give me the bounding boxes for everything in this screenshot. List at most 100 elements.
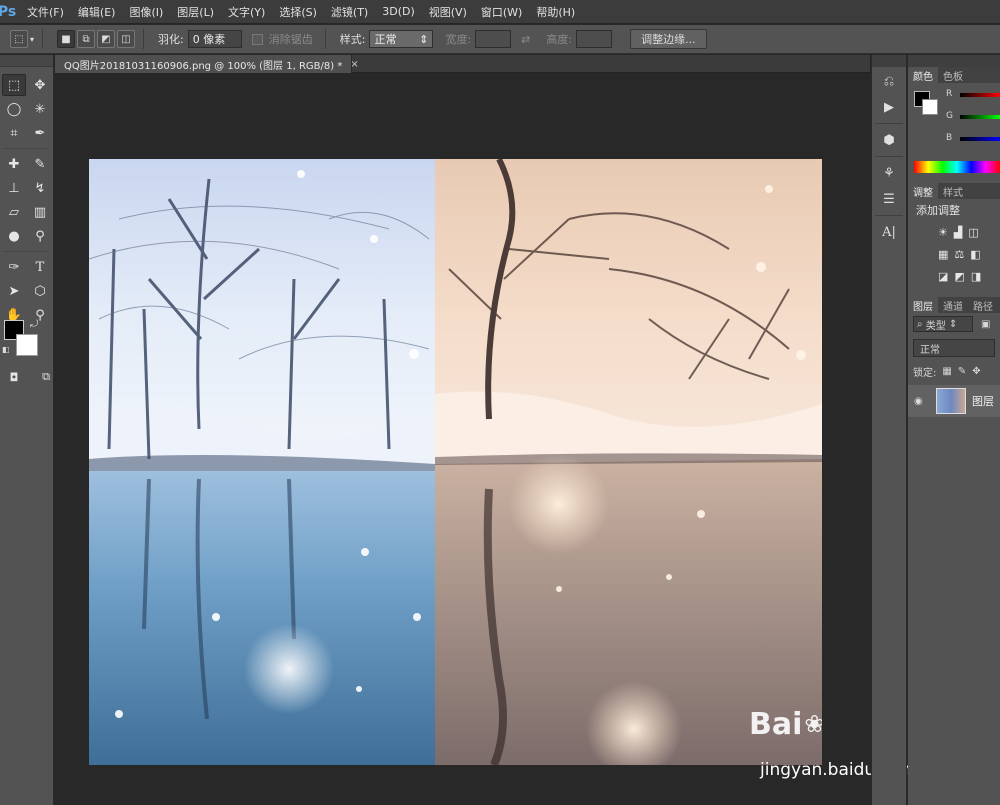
slider-g[interactable] — [960, 115, 1000, 119]
character-icon[interactable]: A| — [875, 220, 903, 244]
photoshop-window: Ps 文件(F) 编辑(E) 图像(I) 图层(L) 文字(Y) 选择(S) 滤… — [0, 0, 1000, 805]
menu-file[interactable]: 文件(F) — [20, 4, 71, 20]
separator — [143, 29, 145, 49]
menu-view[interactable]: 视图(V) — [422, 4, 474, 20]
antialias-checkbox[interactable] — [251, 33, 263, 45]
invert-icon[interactable]: ◪ — [938, 270, 948, 283]
feather-input[interactable]: 0 像素 — [187, 30, 242, 48]
levels-icon[interactable]: ▟ — [954, 226, 962, 239]
path-selection-tool-icon[interactable]: ➤ — [2, 280, 26, 302]
tab-layers[interactable]: 图层 — [908, 297, 938, 313]
tab-styles[interactable]: 样式 — [938, 183, 968, 199]
color-balance-icon[interactable]: ⚖ — [954, 248, 964, 261]
3d-icon[interactable]: ⬢ — [875, 128, 903, 152]
tab-color[interactable]: 颜色 — [908, 67, 938, 83]
background-color-swatch[interactable] — [16, 334, 38, 356]
color-spectrum[interactable] — [914, 161, 1000, 173]
intersect-selection-icon[interactable]: ◫ — [117, 30, 136, 48]
height-input[interactable] — [576, 30, 613, 48]
curves-icon[interactable]: ◫ — [968, 226, 978, 239]
menu-image[interactable]: 图像(I) — [122, 4, 170, 20]
swap-dimensions-icon[interactable]: ⇄ — [521, 33, 530, 46]
blur-tool-icon[interactable]: ● — [2, 225, 26, 247]
adjust-panel-tabs: 调整 样式 — [908, 183, 1000, 199]
rect-marquee-tool-icon[interactable]: ⬚ — [2, 74, 26, 96]
lock-position-icon[interactable]: ✥ — [972, 366, 980, 377]
magic-wand-tool-icon[interactable]: ✳ — [28, 98, 52, 120]
layer-row[interactable]: ◉ 图层 — [908, 385, 1000, 417]
close-icon[interactable]: × — [350, 59, 358, 70]
clone-stamp-tool-icon[interactable]: ⊥ — [2, 177, 26, 199]
toolbar-grip[interactable] — [0, 55, 53, 67]
tab-swatches[interactable]: 色板 — [938, 67, 968, 83]
panel-grip[interactable] — [908, 55, 1000, 67]
swap-colors-icon[interactable]: ⤾ — [30, 319, 38, 330]
new-selection-icon[interactable]: ■ — [57, 30, 76, 48]
tab-paths[interactable]: 路径 — [968, 297, 998, 313]
posterize-icon[interactable]: ◩ — [954, 270, 964, 283]
default-colors-icon[interactable]: ◧ — [2, 345, 10, 354]
layer-name[interactable]: 图层 — [972, 393, 994, 409]
lasso-tool-icon[interactable]: ◯ — [2, 98, 26, 120]
preset-dropdown-arrow-icon[interactable]: ▾ — [30, 35, 34, 44]
brush-tool-icon[interactable]: ✎ — [28, 153, 52, 175]
menu-3d[interactable]: 3D(D) — [375, 5, 422, 18]
lock-transparency-icon[interactable]: ▦ — [942, 366, 951, 377]
marquee-preset-icon[interactable]: ⬚ — [10, 30, 28, 48]
menu-select[interactable]: 选择(S) — [272, 4, 324, 20]
threshold-icon[interactable]: ◨ — [971, 270, 981, 283]
visibility-eye-icon[interactable]: ◉ — [914, 396, 930, 407]
history-icon[interactable]: ⎌ — [875, 69, 903, 93]
channel-b-label: B — [946, 133, 953, 143]
add-selection-icon[interactable]: ⧉ — [77, 30, 96, 48]
strip-grip[interactable] — [872, 55, 906, 67]
menu-filter[interactable]: 滤镜(T) — [324, 4, 375, 20]
tools-panel: ⬚ ✥ ◯ ✳ ⌗ ✒ ✚ ✎ ⊥ ↯ ▱ ▥ ● ⚲ ✑ T ➤ ⬡ ✋ ⚲ … — [0, 55, 54, 805]
type-tool-icon[interactable]: T — [28, 256, 52, 278]
separator — [875, 156, 903, 157]
subtract-selection-icon[interactable]: ◩ — [97, 30, 116, 48]
document-canvas[interactable]: Bai ❀ 经验 — [89, 159, 822, 765]
black-white-icon[interactable]: ◧ — [970, 248, 980, 261]
style-label: 样式: — [339, 33, 366, 46]
tab-channels[interactable]: 通道 — [938, 297, 968, 313]
style-select-value: 正常 — [374, 33, 397, 46]
menu-layer[interactable]: 图层(L) — [170, 4, 221, 20]
hue-saturation-icon[interactable]: ▦ — [938, 248, 948, 261]
properties-sliders-icon[interactable]: ☰ — [875, 187, 903, 211]
quick-mask-icon[interactable]: ◘ — [2, 366, 26, 388]
slider-b[interactable] — [960, 137, 1000, 141]
actions-play-icon[interactable]: ▶ — [875, 95, 903, 119]
shape-tool-icon[interactable]: ⬡ — [28, 280, 52, 302]
document-tab[interactable]: QQ图片20181031160906.png @ 100% (图层 1, RGB… — [55, 55, 359, 73]
menu-type[interactable]: 文字(Y) — [221, 4, 272, 20]
baidu-watermark-logo: Bai ❀ 经验 — [749, 689, 822, 759]
eyedropper-tool-icon[interactable]: ✒ — [28, 122, 52, 144]
right-panels: 颜色 色板 R G B 调整 样式 添加调整 ☀ ▟ ◫ ▦ ⚖ ◧ ◪ ◩ ◨ — [908, 55, 1000, 805]
layer-kind-filter[interactable]: ⌕ 类型 ⇕ — [913, 316, 973, 332]
panel-bg-swatch[interactable] — [922, 99, 938, 115]
slider-r[interactable] — [960, 93, 1000, 97]
pen-tool-icon[interactable]: ✑ — [2, 256, 26, 278]
history-brush-tool-icon[interactable]: ↯ — [28, 177, 52, 199]
crop-tool-icon[interactable]: ⌗ — [2, 122, 26, 144]
eraser-tool-icon[interactable]: ▱ — [2, 201, 26, 223]
height-label: 高度: — [546, 33, 573, 46]
canvas-workspace[interactable]: Bai ❀ 经验 — [55, 74, 870, 805]
brush-presets-icon[interactable]: ⚘ — [875, 161, 903, 185]
menu-window[interactable]: 窗口(W) — [474, 4, 529, 20]
refine-edge-button[interactable]: 调整边缘... — [630, 29, 707, 49]
blend-mode-select[interactable]: 正常 — [913, 339, 995, 357]
style-select[interactable]: 正常 ⇕ — [369, 30, 434, 48]
tab-adjustments[interactable]: 调整 — [908, 183, 938, 199]
menu-help[interactable]: 帮助(H) — [529, 4, 582, 20]
width-input[interactable] — [475, 30, 512, 48]
gradient-tool-icon[interactable]: ▥ — [28, 201, 52, 223]
image-filter-icon[interactable]: ▣ — [981, 319, 990, 330]
lock-pixels-icon[interactable]: ✎ — [958, 366, 966, 377]
move-tool-icon[interactable]: ✥ — [28, 74, 52, 96]
dodge-tool-icon[interactable]: ⚲ — [28, 225, 52, 247]
healing-brush-tool-icon[interactable]: ✚ — [2, 153, 26, 175]
brightness-icon[interactable]: ☀ — [938, 226, 948, 239]
menu-edit[interactable]: 编辑(E) — [71, 4, 123, 20]
